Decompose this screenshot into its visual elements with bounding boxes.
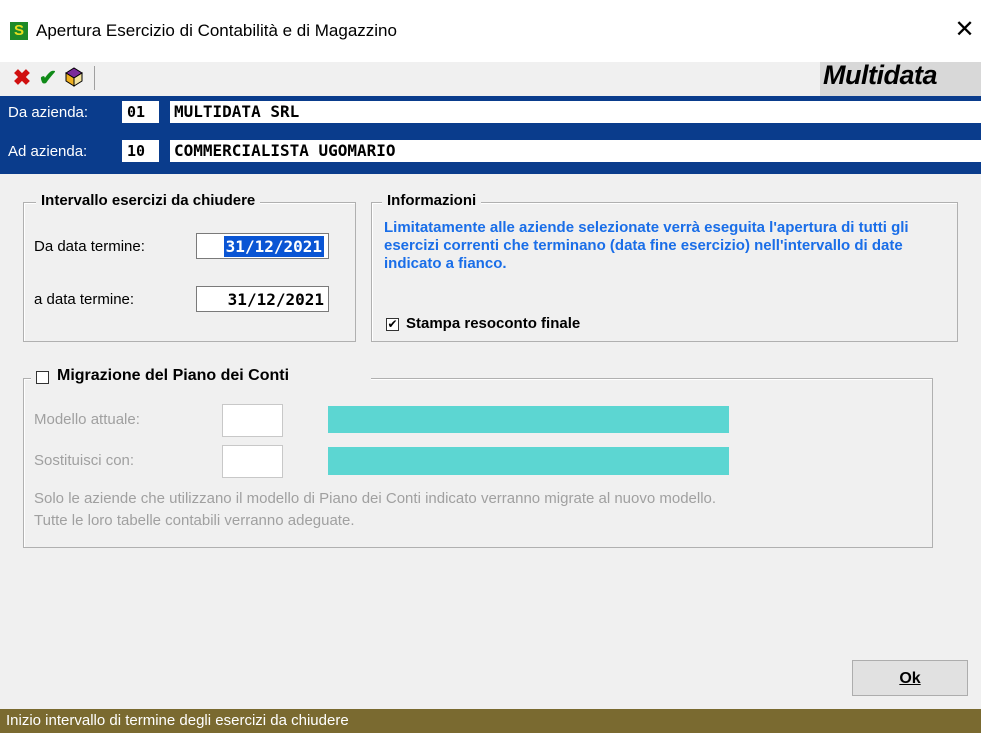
cancel-icon[interactable]: ✖ (10, 66, 34, 90)
close-button[interactable]: ✕ (948, 14, 981, 46)
migration-checkbox[interactable] (36, 371, 49, 384)
book-icon[interactable] (64, 67, 84, 87)
info-text: Limitatamente alle aziende selezionate v… (384, 219, 909, 272)
ok-button[interactable]: Ok (852, 660, 968, 696)
date-to-label: a data termine: (34, 291, 135, 308)
status-bar: Inizio intervallo di termine degli eserc… (0, 709, 981, 733)
app-icon: S (10, 22, 28, 40)
from-company-code[interactable]: 01 (122, 101, 159, 123)
window-title: Apertura Esercizio di Contabilità e di M… (36, 21, 397, 40)
confirm-icon[interactable]: ✔ (36, 66, 60, 90)
date-to-input[interactable]: 31/12/2021 (196, 286, 329, 312)
replace-model-description (328, 447, 729, 475)
brand-logo: Multidata (823, 60, 938, 90)
ok-button-label: Ok (899, 670, 921, 687)
replace-model-label: Sostituisci con: (34, 452, 135, 469)
toolbar-separator (94, 66, 95, 90)
current-model-description (328, 406, 729, 433)
migration-note-1: Solo le aziende che utilizzano il modell… (34, 490, 717, 507)
to-company-label: Ad azienda: (8, 143, 88, 160)
current-model-code[interactable] (222, 404, 283, 437)
interval-group-title: Intervallo esercizi da chiudere (36, 192, 261, 209)
print-report-checkbox[interactable]: ✔ (386, 318, 399, 331)
status-text: Inizio intervallo di termine degli eserc… (6, 712, 349, 729)
print-report-label: Stampa resoconto finale (406, 315, 581, 332)
to-company-name: COMMERCIALISTA UGOMARIO (170, 140, 981, 162)
interval-group (23, 202, 356, 342)
info-group-title: Informazioni (382, 192, 482, 209)
from-company-label: Da azienda: (8, 104, 89, 121)
migration-title: Migrazione del Piano dei Conti (57, 367, 290, 384)
current-model-label: Modello attuale: (34, 411, 140, 428)
replace-model-code[interactable] (222, 445, 283, 478)
to-company-code[interactable]: 10 (122, 140, 159, 162)
date-from-label: Da data termine: (34, 238, 145, 255)
migration-note-2: Tutte le loro tabelle contabili verranno… (34, 512, 355, 529)
date-from-input[interactable]: 31/12/2021 (196, 233, 329, 259)
from-company-name: MULTIDATA SRL (170, 101, 981, 123)
